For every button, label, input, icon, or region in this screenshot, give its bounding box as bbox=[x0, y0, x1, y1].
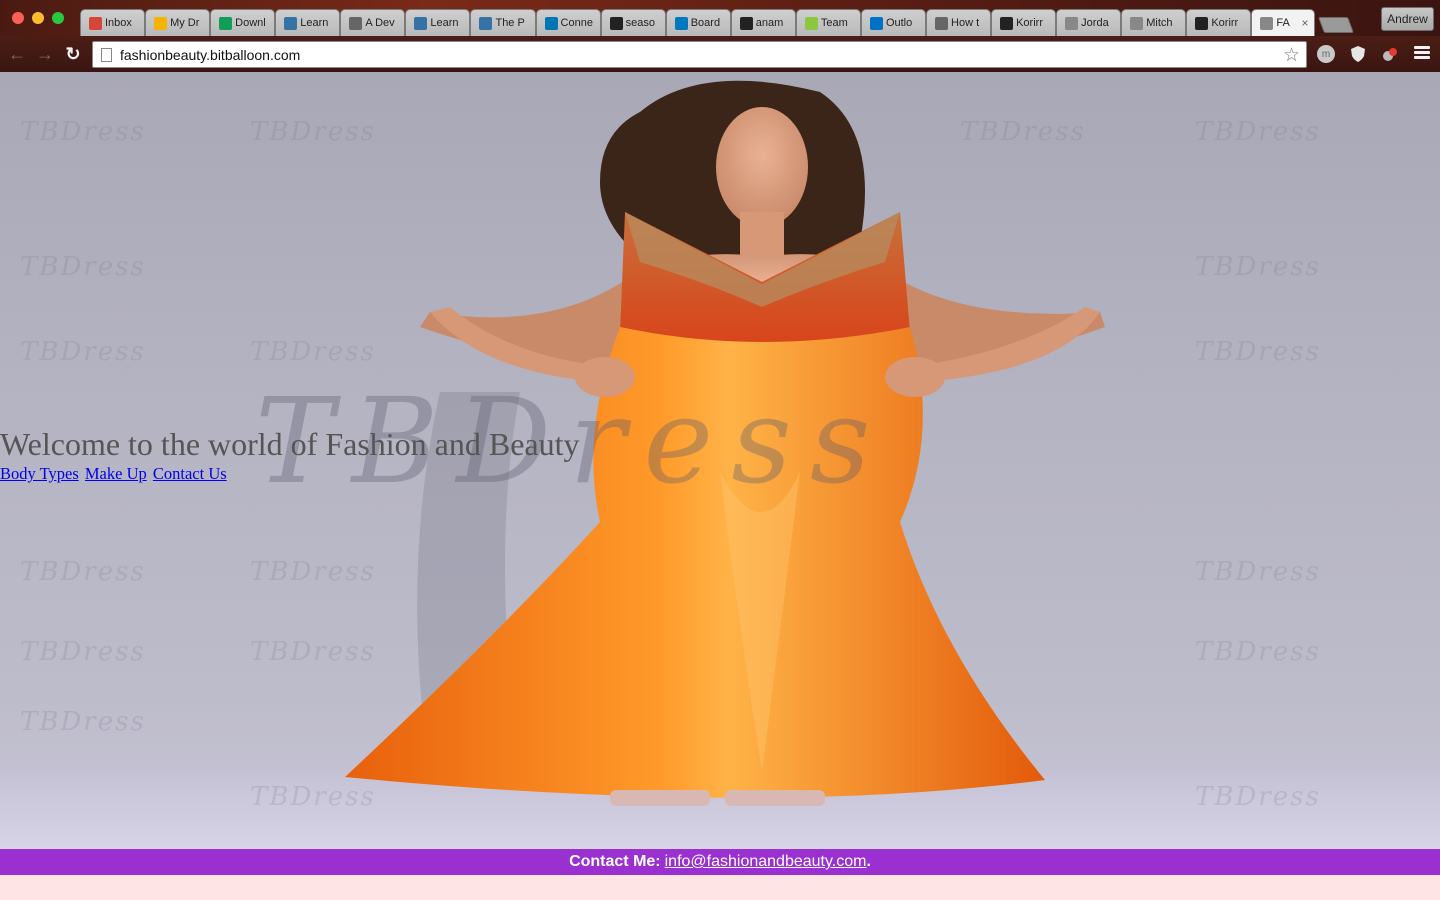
browser-tab[interactable]: Mitch bbox=[1121, 9, 1187, 36]
trello-icon bbox=[674, 16, 688, 30]
page-icon bbox=[1065, 16, 1079, 30]
close-tab-icon[interactable]: × bbox=[1302, 16, 1309, 30]
github-icon bbox=[1195, 16, 1209, 30]
drive-icon bbox=[154, 16, 168, 30]
watermark: TBDress bbox=[20, 707, 146, 737]
browser-tab-label: Learn bbox=[300, 17, 329, 29]
browser-tab-label: A Dev bbox=[365, 17, 395, 29]
page-title: Welcome to the world of Fashion and Beau… bbox=[0, 426, 580, 462]
tab-strip: Inbox My Dr Downl Learn A Dev Learn The P Conne… bbox=[80, 9, 1353, 36]
watermark: TBDress bbox=[1195, 117, 1321, 147]
browser-tab[interactable]: The P bbox=[470, 9, 536, 36]
browser-tab[interactable]: A Dev bbox=[340, 9, 406, 36]
maximize-window-button[interactable] bbox=[52, 12, 64, 24]
watermark: TBDress bbox=[1195, 637, 1321, 667]
browser-tab-label: Team bbox=[820, 17, 848, 29]
browser-tab[interactable]: My Dr bbox=[145, 9, 211, 36]
browser-tab[interactable]: anam bbox=[730, 9, 796, 36]
browser-tab-label: Downl bbox=[235, 17, 266, 29]
browser-tab[interactable]: seaso bbox=[600, 9, 666, 36]
address-bar[interactable]: fashionbeauty.bitballoon.com ☆ bbox=[92, 41, 1307, 68]
browser-tab-label: anam bbox=[755, 17, 784, 29]
meetup-icon bbox=[804, 16, 818, 30]
page-icon bbox=[935, 16, 949, 30]
watermark: TBDress bbox=[1195, 337, 1321, 367]
page-viewport: TBDress TBDress TBDress TBDress TBDress … bbox=[0, 72, 1440, 900]
browser-tab-label: Inbox bbox=[105, 17, 132, 29]
browser-tab-label: Conne bbox=[560, 17, 593, 29]
watermark: TBDress bbox=[20, 337, 146, 367]
browser-tab[interactable]: Korirr bbox=[1186, 9, 1252, 36]
watermark: TBDress bbox=[1195, 252, 1321, 282]
gmail-icon bbox=[89, 16, 102, 30]
browser-tab[interactable]: Inbox bbox=[80, 9, 146, 36]
browser-tab-label: Outlo bbox=[885, 17, 913, 29]
drive-icon bbox=[219, 16, 233, 30]
profile-button[interactable]: Andrew bbox=[1381, 7, 1434, 31]
browser-tab[interactable]: Learn bbox=[275, 9, 341, 36]
address-bar-url[interactable]: fashionbeauty.bitballoon.com bbox=[120, 47, 300, 63]
footer-email-link[interactable]: info@fashionandbeauty.com bbox=[665, 853, 867, 871]
browser-tab[interactable]: Team bbox=[795, 9, 861, 36]
browser-tab-label: How t bbox=[951, 17, 980, 29]
browser-tab[interactable]: Board bbox=[665, 9, 731, 36]
page-icon bbox=[349, 16, 363, 30]
browser-tab-label: Learn bbox=[430, 17, 459, 29]
watermark: TBDress bbox=[20, 252, 146, 282]
footer-trail: . bbox=[866, 853, 871, 870]
outlook-icon bbox=[869, 16, 883, 30]
page-bottom-spacer bbox=[0, 875, 1440, 900]
browser-tab[interactable]: Downl bbox=[210, 9, 276, 36]
watermark: TBDress bbox=[20, 637, 146, 667]
spy-extension-icon[interactable] bbox=[1381, 45, 1399, 63]
browser-tab-label: seaso bbox=[625, 17, 655, 29]
python-icon bbox=[479, 16, 493, 30]
browser-tab-label: Jorda bbox=[1081, 17, 1109, 29]
python-icon bbox=[414, 16, 428, 30]
browser-tab-label: My Dr bbox=[170, 17, 200, 29]
nav-link-make-up[interactable]: Make Up bbox=[85, 464, 147, 483]
python-icon bbox=[284, 16, 298, 30]
close-window-button[interactable] bbox=[12, 12, 24, 24]
browser-tab[interactable]: Conne bbox=[535, 9, 601, 36]
back-button[interactable]: ← bbox=[5, 42, 29, 66]
reload-button[interactable]: ↻ bbox=[61, 42, 85, 66]
bookmark-star-icon[interactable]: ☆ bbox=[1283, 44, 1300, 67]
browser-tab-label: The P bbox=[495, 17, 525, 29]
browser-tab-label: Korirr bbox=[1016, 17, 1043, 29]
nav-link-contact-us[interactable]: Contact Us bbox=[153, 464, 227, 483]
minimize-window-button[interactable] bbox=[32, 12, 44, 24]
watermark: TBDress bbox=[1195, 782, 1321, 812]
browser-tab-label: Mitch bbox=[1146, 17, 1173, 29]
github-icon bbox=[1000, 16, 1014, 30]
footer-label: Contact Me: bbox=[569, 853, 661, 870]
browser-tab-label: Korirr bbox=[1211, 17, 1239, 29]
main-nav: Body Types Make Up Contact Us bbox=[0, 464, 229, 484]
watermark: TBDress bbox=[20, 557, 146, 587]
linkedin-icon bbox=[544, 16, 558, 30]
page-icon bbox=[1260, 16, 1274, 30]
watermark: TBDress bbox=[1195, 557, 1321, 587]
page-icon bbox=[1130, 16, 1144, 30]
browser-tab[interactable]: FA × bbox=[1251, 9, 1315, 36]
browser-titlebar: Inbox My Dr Downl Learn A Dev Learn The P Conne… bbox=[0, 0, 1440, 36]
watermark: TBDress bbox=[20, 117, 146, 147]
nav-link-body-types[interactable]: Body Types bbox=[0, 464, 79, 483]
browser-tab[interactable]: Learn bbox=[405, 9, 471, 36]
extension-m-icon[interactable]: m bbox=[1317, 45, 1335, 63]
browser-tab-label: Board bbox=[690, 17, 721, 29]
footer: Contact Me: info@fashionandbeauty.com . bbox=[0, 849, 1440, 875]
github-icon bbox=[739, 16, 753, 30]
forward-button[interactable]: → bbox=[33, 42, 57, 66]
browser-tab[interactable]: Korirr bbox=[991, 9, 1057, 36]
browser-menu-icon[interactable] bbox=[1414, 46, 1430, 60]
github-icon bbox=[609, 16, 623, 30]
page-icon bbox=[101, 47, 112, 62]
new-tab-button[interactable] bbox=[1317, 17, 1353, 33]
browser-tab[interactable]: Jorda bbox=[1056, 9, 1122, 36]
browser-tab[interactable]: Outlo bbox=[860, 9, 927, 36]
shield-extension-icon[interactable] bbox=[1349, 45, 1367, 63]
browser-tab[interactable]: How t bbox=[926, 9, 992, 36]
